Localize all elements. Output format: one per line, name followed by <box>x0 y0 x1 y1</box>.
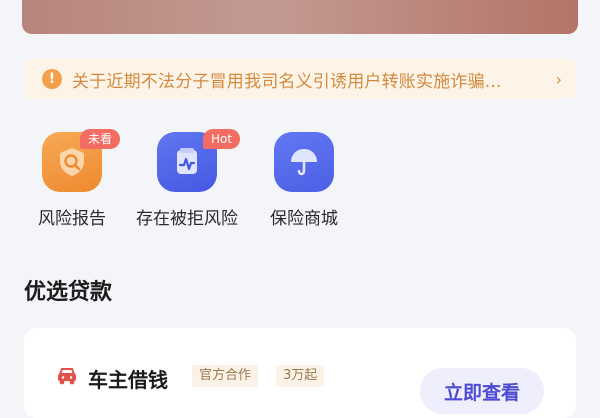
quick-action-label: 保险商城 <box>270 209 338 229</box>
loan-card[interactable]: 车主借钱 官方合作 3万起 立即查看 <box>24 328 576 418</box>
notice-bar[interactable]: ! 关于近期不法分子冒用我司名义引诱用户转账实施诈骗... › <box>24 59 576 99</box>
pulse-chart-icon: Hot <box>157 129 241 192</box>
notice-text: 关于近期不法分子冒用我司名义引诱用户转账实施诈骗... <box>72 71 502 92</box>
quick-action-label: 存在被拒风险 <box>136 209 238 229</box>
quick-action-reject-risk[interactable]: Hot 存在被拒风险 <box>128 129 246 229</box>
magnifier-shield-icon: 未看 <box>42 129 121 192</box>
view-now-button[interactable]: 立即查看 <box>420 368 544 414</box>
umbrella-icon <box>274 132 334 192</box>
section-title: 优选贷款 <box>24 280 113 305</box>
loan-tag: 官方合作 <box>192 365 259 387</box>
top-banner[interactable] <box>22 0 578 34</box>
exclamation-icon: ! <box>42 69 62 89</box>
loan-tag: 3万起 <box>276 365 325 387</box>
quick-actions: 未看 风险报告 Hot 存在被拒风险 保险商城 <box>0 129 600 232</box>
hot-badge: Hot <box>203 129 241 149</box>
unseen-badge: 未看 <box>80 129 121 149</box>
car-icon <box>58 368 76 385</box>
quick-action-insurance-mall[interactable]: 保险商城 <box>262 132 346 229</box>
loan-name: 车主借钱 <box>88 368 168 392</box>
quick-action-risk-report[interactable]: 未看 风险报告 <box>34 129 121 229</box>
quick-action-label: 风险报告 <box>38 209 106 229</box>
chevron-right-icon: › <box>555 69 562 89</box>
